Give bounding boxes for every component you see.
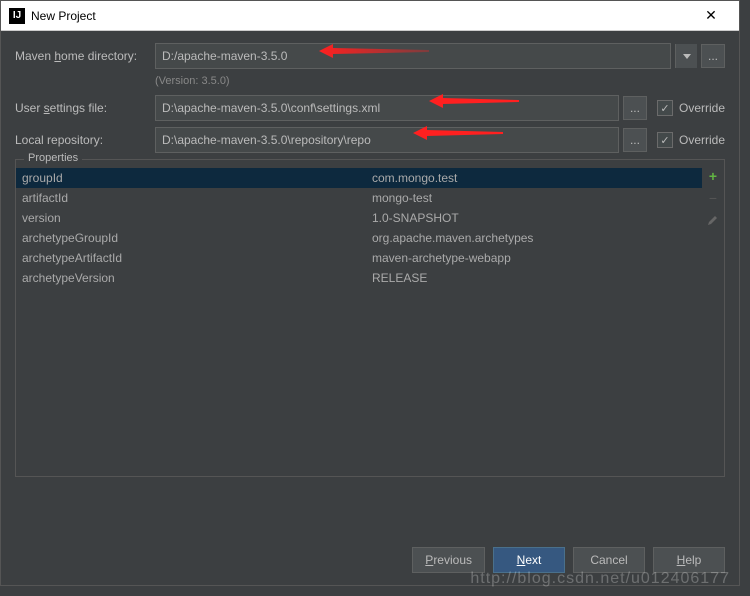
property-value: com.mongo.test bbox=[372, 171, 696, 185]
property-key: archetypeVersion bbox=[22, 271, 372, 285]
local-repo-row: Local repository: D:\apache-maven-3.5.0\… bbox=[15, 127, 725, 153]
checkbox-icon: ✓ bbox=[657, 100, 673, 116]
property-value: RELEASE bbox=[372, 271, 696, 285]
pencil-icon bbox=[707, 214, 719, 226]
user-settings-label: User settings file: bbox=[15, 101, 155, 115]
maven-home-dropdown-arrow[interactable] bbox=[675, 44, 697, 68]
properties-list[interactable]: groupId com.mongo.test artifactId mongo-… bbox=[16, 160, 702, 476]
app-icon: IJ bbox=[9, 8, 25, 24]
properties-table: groupId com.mongo.test artifactId mongo-… bbox=[16, 160, 724, 476]
local-repo-browse-button[interactable]: ... bbox=[623, 128, 647, 152]
remove-property-button[interactable]: − bbox=[705, 190, 721, 206]
property-key: archetypeGroupId bbox=[22, 231, 372, 245]
property-key: artifactId bbox=[22, 191, 372, 205]
user-settings-input[interactable]: D:\apache-maven-3.5.0\conf\settings.xml bbox=[155, 95, 619, 121]
maven-version-text: (Version: 3.5.0) bbox=[15, 75, 725, 87]
maven-home-row: Maven home directory: D:/apache-maven-3.… bbox=[15, 43, 725, 69]
property-key: version bbox=[22, 211, 372, 225]
local-repo-override[interactable]: ✓ Override bbox=[657, 132, 725, 148]
maven-home-value: D:/apache-maven-3.5.0 bbox=[162, 49, 287, 63]
close-button[interactable]: ✕ bbox=[691, 2, 731, 30]
property-value: maven-archetype-webapp bbox=[372, 251, 696, 265]
user-settings-browse-button[interactable]: ... bbox=[623, 96, 647, 120]
add-property-button[interactable]: + bbox=[705, 168, 721, 184]
property-key: archetypeArtifactId bbox=[22, 251, 372, 265]
override-label: Override bbox=[679, 101, 725, 115]
property-row[interactable]: archetypeGroupId org.apache.maven.archet… bbox=[16, 228, 702, 248]
chevron-down-icon bbox=[683, 54, 691, 59]
property-row[interactable]: archetypeVersion RELEASE bbox=[16, 268, 702, 288]
local-repo-label: Local repository: bbox=[15, 133, 155, 147]
maven-home-dropdown[interactable]: D:/apache-maven-3.5.0 bbox=[155, 43, 671, 69]
checkbox-icon: ✓ bbox=[657, 132, 673, 148]
content-area: Maven home directory: D:/apache-maven-3.… bbox=[1, 31, 739, 477]
user-settings-row: User settings file: D:\apache-maven-3.5.… bbox=[15, 95, 725, 121]
maven-home-browse-button[interactable]: ... bbox=[701, 44, 725, 68]
user-settings-value: D:\apache-maven-3.5.0\conf\settings.xml bbox=[162, 101, 380, 115]
user-settings-override[interactable]: ✓ Override bbox=[657, 100, 725, 116]
property-value: org.apache.maven.archetypes bbox=[372, 231, 696, 245]
local-repo-input[interactable]: D:\apache-maven-3.5.0\repository\repo bbox=[155, 127, 619, 153]
property-row[interactable]: artifactId mongo-test bbox=[16, 188, 702, 208]
properties-panel: Properties groupId com.mongo.test artifa… bbox=[15, 159, 725, 477]
maven-home-label: Maven home directory: bbox=[15, 49, 155, 63]
properties-title: Properties bbox=[24, 152, 82, 164]
watermark-text: http://blog.csdn.net/u012406177 bbox=[470, 570, 730, 588]
property-row[interactable]: archetypeArtifactId maven-archetype-weba… bbox=[16, 248, 702, 268]
edit-property-button[interactable] bbox=[705, 212, 721, 228]
property-row[interactable]: groupId com.mongo.test bbox=[16, 168, 702, 188]
properties-toolbar: + − bbox=[702, 160, 724, 476]
property-row[interactable]: version 1.0-SNAPSHOT bbox=[16, 208, 702, 228]
local-repo-value: D:\apache-maven-3.5.0\repository\repo bbox=[162, 133, 371, 147]
override-label: Override bbox=[679, 133, 725, 147]
window-title: New Project bbox=[31, 9, 691, 23]
property-key: groupId bbox=[22, 171, 372, 185]
dialog-window: IJ New Project ✕ Maven home directory: D… bbox=[0, 0, 740, 586]
property-value: mongo-test bbox=[372, 191, 696, 205]
property-value: 1.0-SNAPSHOT bbox=[372, 211, 696, 225]
titlebar: IJ New Project ✕ bbox=[1, 1, 739, 31]
